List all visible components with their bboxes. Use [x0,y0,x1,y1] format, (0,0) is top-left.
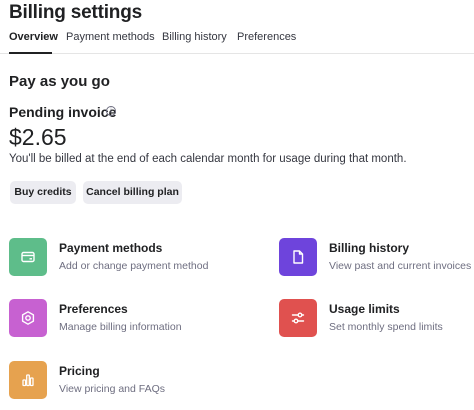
info-icon[interactable]: i [106,106,116,116]
pricing-card-subtitle: View pricing and FAQs [59,383,166,395]
payment-methods-card[interactable]: Payment methods Add or change payment me… [9,238,229,278]
pricing-card-title: Pricing [59,364,100,378]
billing-history-card-subtitle: View past and current invoices [329,260,472,272]
usage-limits-card-subtitle: Set monthly spend limits [329,321,443,333]
buy-credits-button[interactable]: Buy credits [10,181,76,204]
pricing-card[interactable]: Pricing View pricing and FAQs [9,361,229,401]
usage-limits-card[interactable]: Usage limits Set monthly spend limits [279,299,474,339]
plan-title: Pay as you go [9,73,110,90]
page-title: Billing settings [9,2,142,23]
tab-bar: Overview Payment methods Billing history… [0,30,474,54]
document-icon [279,238,317,276]
pending-amount: $2.65 [9,124,67,150]
billing-note: You'll be billed at the end of each cale… [9,153,407,165]
tab-overview[interactable]: Overview [9,31,58,43]
pending-invoice-label: Pending invoice [9,104,117,120]
payment-methods-card-subtitle: Add or change payment method [59,260,209,272]
billing-history-card-title: Billing history [329,241,410,255]
preferences-card-title: Preferences [59,302,128,316]
cancel-billing-plan-button[interactable]: Cancel billing plan [83,181,182,204]
tab-billing-history[interactable]: Billing history [162,31,227,43]
tab-payment-methods[interactable]: Payment methods [66,31,155,43]
payment-methods-card-title: Payment methods [59,241,163,255]
billing-history-card[interactable]: Billing history View past and current in… [279,238,474,278]
gear-icon [9,299,47,337]
bar-chart-icon [9,361,47,399]
sliders-icon [279,299,317,337]
preferences-card-subtitle: Manage billing information [59,321,182,333]
preferences-card[interactable]: Preferences Manage billing information [9,299,229,339]
active-tab-indicator [9,52,52,54]
usage-limits-card-title: Usage limits [329,302,400,316]
tab-preferences[interactable]: Preferences [237,31,296,43]
credit-card-icon [9,238,47,276]
